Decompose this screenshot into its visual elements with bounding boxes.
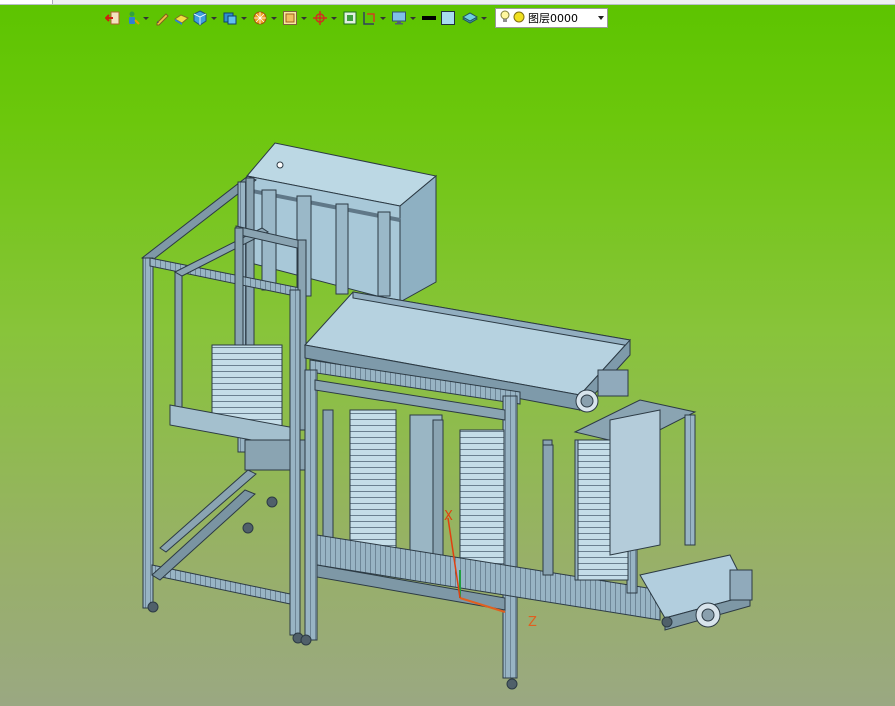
machine-model: X Z [141, 142, 753, 690]
axis-z-label: Z [528, 615, 537, 630]
back-cabinet[interactable] [246, 142, 438, 303]
3d-viewport[interactable]: 图层0000 X Z [0, 0, 895, 706]
axis-x-label: X [444, 509, 453, 524]
